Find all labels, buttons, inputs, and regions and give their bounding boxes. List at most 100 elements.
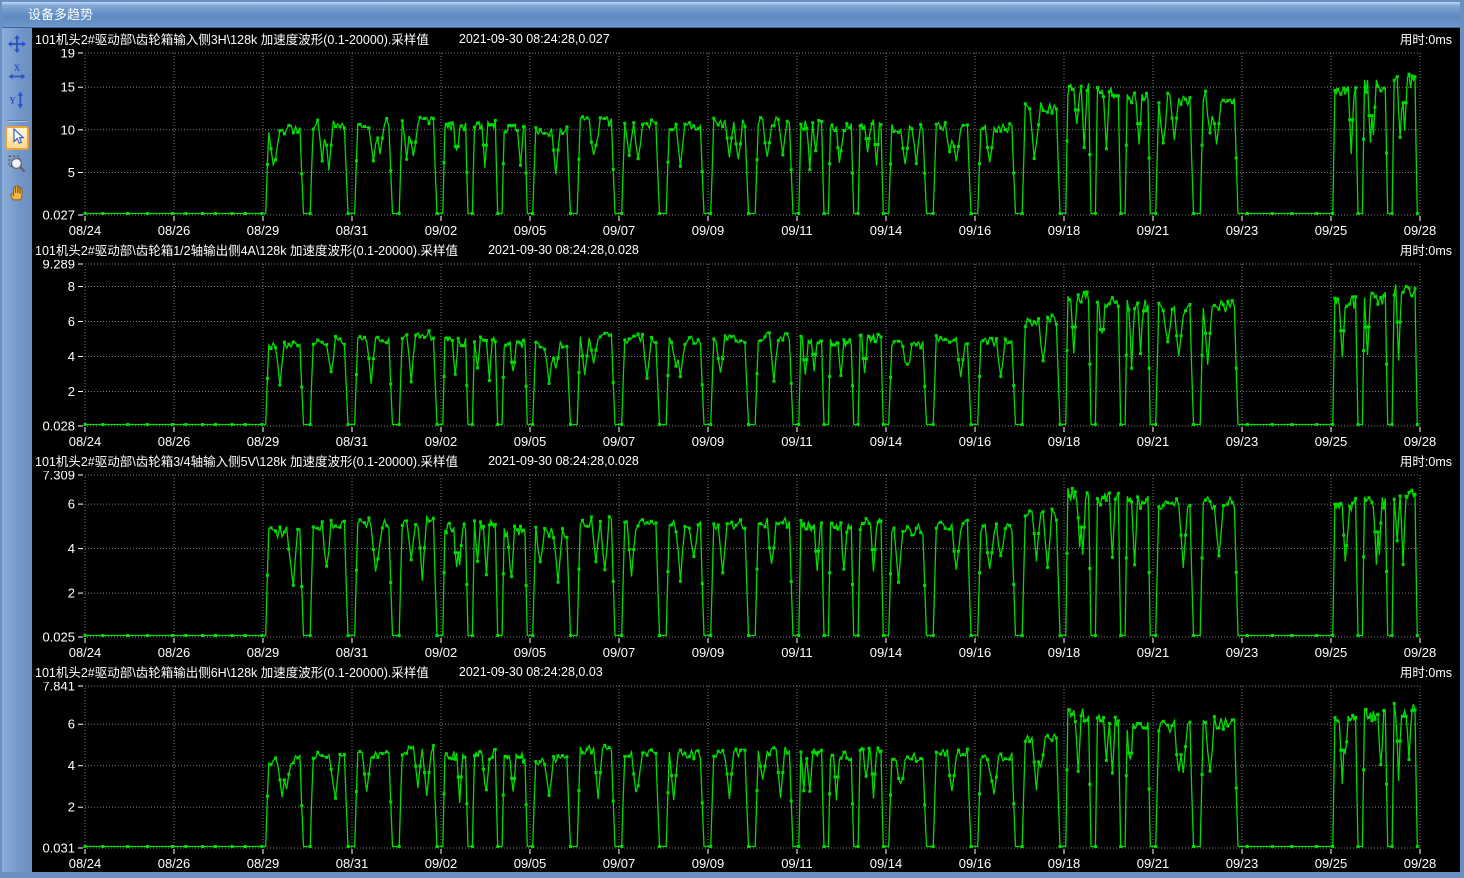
svg-text:09/11: 09/11	[781, 223, 813, 238]
svg-text:08/24: 08/24	[69, 856, 102, 871]
svg-text:08/26: 08/26	[158, 645, 191, 660]
svg-text:09/02: 09/02	[425, 856, 458, 871]
svg-text:09/07: 09/07	[603, 223, 636, 238]
svg-text:08/31: 08/31	[336, 856, 369, 871]
svg-text:4: 4	[68, 541, 75, 556]
chart-4-elapsed: 用时:0ms	[1400, 662, 1452, 681]
chart-1-elapsed: 用时:0ms	[1400, 29, 1452, 48]
svg-text:08/31: 08/31	[336, 645, 369, 660]
pan-all-button[interactable]	[5, 34, 29, 58]
toolbar-separator	[7, 120, 27, 122]
svg-text:4: 4	[68, 349, 75, 364]
trend-chart-3: 101机头2#驱动部\齿轮箱3/4轴输入侧5V\128k 加速度波形(0.1-2…	[32, 450, 1462, 661]
chart-1-timestamp: 2021-09-30 08:24:28,0.027	[459, 32, 610, 46]
x-axis-zoom-icon: X	[8, 63, 26, 86]
svg-text:09/14: 09/14	[870, 856, 903, 871]
trend-plot-2[interactable]: 9.2890.028864208/2408/2608/2908/3109/020…	[32, 260, 1462, 450]
svg-text:09/09: 09/09	[692, 856, 725, 871]
chart-2-timestamp: 2021-09-30 08:24:28,0.028	[488, 243, 639, 257]
svg-text:09/09: 09/09	[692, 223, 725, 238]
svg-text:09/25: 09/25	[1315, 856, 1348, 871]
chart-2-title: 101机头2#驱动部\齿轮箱1/2轴输出侧4A\128k 加速度波形(0.1-2…	[35, 240, 458, 259]
chart-2-header: 101机头2#驱动部\齿轮箱1/2轴输出侧4A\128k 加速度波形(0.1-2…	[32, 239, 1462, 260]
y-axis-zoom-icon: Y	[8, 91, 26, 114]
svg-text:X: X	[14, 63, 21, 73]
svg-text:0.031: 0.031	[42, 841, 75, 856]
svg-text:6: 6	[68, 497, 75, 512]
svg-text:09/07: 09/07	[603, 434, 636, 449]
svg-text:09/21: 09/21	[1137, 223, 1170, 238]
app-window: 设备多趋势 X	[0, 0, 1464, 878]
chart-1-header: 101机头2#驱动部\齿轮箱输入侧3H\128k 加速度波形(0.1-20000…	[32, 28, 1462, 49]
zoom-select-icon	[8, 155, 26, 178]
svg-text:09/11: 09/11	[781, 645, 813, 660]
svg-text:08/26: 08/26	[158, 434, 191, 449]
zoom-select-button[interactable]	[5, 154, 29, 178]
tool-strip: X Y	[2, 28, 32, 872]
svg-text:09/16: 09/16	[959, 856, 992, 871]
trend-plot-3[interactable]: 7.3090.02564208/2408/2608/2908/3109/0209…	[32, 471, 1462, 661]
window-titlebar: 设备多趋势	[2, 2, 1460, 28]
svg-text:09/07: 09/07	[603, 645, 636, 660]
svg-text:15: 15	[61, 80, 75, 95]
svg-text:08/29: 08/29	[247, 434, 280, 449]
svg-text:09/25: 09/25	[1315, 645, 1348, 660]
svg-text:09/11: 09/11	[781, 856, 813, 871]
chart-4-title: 101机头2#驱动部\齿轮箱输出侧6H\128k 加速度波形(0.1-20000…	[35, 662, 429, 681]
svg-text:09/16: 09/16	[959, 645, 992, 660]
svg-text:5: 5	[68, 165, 75, 180]
pan-hand-button[interactable]	[5, 182, 29, 206]
chart-4-timestamp: 2021-09-30 08:24:28,0.03	[459, 665, 603, 679]
svg-text:09/18: 09/18	[1048, 645, 1081, 660]
svg-text:08/29: 08/29	[247, 645, 280, 660]
svg-text:09/02: 09/02	[425, 434, 458, 449]
svg-text:0.025: 0.025	[42, 630, 75, 645]
svg-text:09/02: 09/02	[425, 645, 458, 660]
svg-text:08/24: 08/24	[69, 434, 102, 449]
svg-text:09/23: 09/23	[1226, 645, 1259, 660]
window-title: 设备多趋势	[28, 7, 93, 22]
y-axis-zoom-button[interactable]: Y	[5, 90, 29, 114]
svg-text:09/14: 09/14	[870, 223, 903, 238]
svg-text:09/28: 09/28	[1404, 434, 1437, 449]
svg-text:09/16: 09/16	[959, 223, 992, 238]
svg-text:09/05: 09/05	[514, 434, 547, 449]
trend-chart-2: 101机头2#驱动部\齿轮箱1/2轴输出侧4A\128k 加速度波形(0.1-2…	[32, 239, 1462, 450]
svg-text:09/23: 09/23	[1226, 223, 1259, 238]
svg-text:2: 2	[68, 800, 75, 815]
cursor-tool-button[interactable]	[5, 126, 29, 150]
chart-3-timestamp: 2021-09-30 08:24:28,0.028	[488, 454, 639, 468]
svg-text:09/16: 09/16	[959, 434, 992, 449]
svg-text:Y: Y	[9, 95, 16, 105]
trend-plot-4[interactable]: 7.8410.03164208/2408/2608/2908/3109/0209…	[32, 682, 1462, 872]
svg-text:09/18: 09/18	[1048, 434, 1081, 449]
svg-text:09/28: 09/28	[1404, 645, 1437, 660]
svg-text:09/11: 09/11	[781, 434, 813, 449]
svg-text:09/14: 09/14	[870, 645, 903, 660]
svg-text:09/25: 09/25	[1315, 223, 1348, 238]
svg-text:09/14: 09/14	[870, 434, 903, 449]
svg-text:4: 4	[68, 758, 75, 773]
x-axis-zoom-button[interactable]: X	[5, 62, 29, 86]
svg-text:08/31: 08/31	[336, 434, 369, 449]
svg-text:09/09: 09/09	[692, 434, 725, 449]
svg-text:09/05: 09/05	[514, 645, 547, 660]
svg-text:09/02: 09/02	[425, 223, 458, 238]
charts-area: 101机头2#驱动部\齿轮箱输入侧3H\128k 加速度波形(0.1-20000…	[32, 28, 1462, 872]
svg-text:09/21: 09/21	[1137, 856, 1170, 871]
svg-text:19: 19	[61, 49, 75, 61]
pan-hand-icon	[8, 183, 26, 206]
svg-text:09/25: 09/25	[1315, 434, 1348, 449]
trend-plot-1[interactable]: 190.0271510508/2408/2608/2908/3109/0209/…	[32, 49, 1462, 239]
chart-3-title: 101机头2#驱动部\齿轮箱3/4轴输入侧5V\128k 加速度波形(0.1-2…	[35, 451, 458, 470]
svg-text:7.841: 7.841	[42, 682, 75, 694]
svg-text:09/23: 09/23	[1226, 434, 1259, 449]
svg-text:08/24: 08/24	[69, 223, 102, 238]
svg-text:2: 2	[68, 586, 75, 601]
pan-all-icon	[8, 35, 26, 58]
chart-3-elapsed: 用时:0ms	[1400, 451, 1452, 470]
svg-text:09/18: 09/18	[1048, 856, 1081, 871]
svg-text:10: 10	[61, 122, 75, 137]
svg-text:09/21: 09/21	[1137, 645, 1170, 660]
svg-text:09/09: 09/09	[692, 645, 725, 660]
